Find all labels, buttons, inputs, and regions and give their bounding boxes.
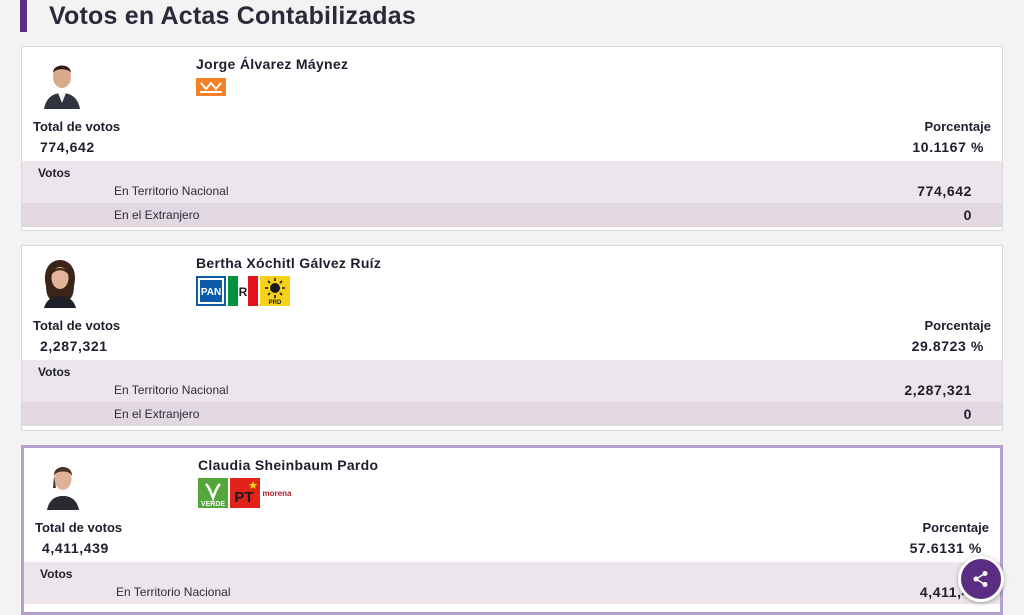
percentage-value: 29.8723 % — [911, 338, 984, 354]
abroad-value: 0 — [963, 406, 972, 422]
pri-logo: R — [228, 276, 258, 306]
total-votes-value: 2,287,321 — [40, 338, 108, 354]
candidate-name: Bertha Xóchitl Gálvez Ruíz — [196, 255, 382, 271]
votes-breakdown: Votos En Territorio Nacional 774,642 En … — [22, 159, 1002, 227]
page-title-bar: Votos en Actas Contabilizadas — [20, 0, 416, 32]
party-logos: VERDE PT morena — [198, 478, 292, 508]
candidate-card-2: Bertha Xóchitl Gálvez Ruíz PAN R PRD Tot… — [21, 245, 1003, 431]
svg-text:PT: PT — [234, 489, 253, 506]
share-icon — [973, 571, 988, 587]
total-votes-label: Total de votos — [33, 119, 121, 134]
national-value: 774,642 — [917, 183, 972, 199]
svg-text:morena: morena — [263, 489, 292, 498]
percentage-label: Porcentaje — [924, 318, 991, 333]
svg-text:VERDE: VERDE — [201, 501, 225, 508]
national-label: En Territorio Nacional — [114, 184, 229, 198]
percentage-value: 57.6131 % — [909, 540, 982, 556]
national-label: En Territorio Nacional — [116, 585, 231, 599]
total-votes-label: Total de votos — [35, 520, 123, 535]
share-button[interactable] — [958, 556, 1004, 602]
pt-logo: PT — [230, 478, 260, 508]
abroad-label: En el Extranjero — [114, 407, 200, 421]
row-abroad: En el Extranjero 0 — [22, 402, 1002, 426]
candidate-photo-3 — [43, 458, 83, 510]
svg-text:PAN: PAN — [201, 287, 221, 298]
votes-breakdown: Votos En Territorio Nacional 2,287,321 E… — [22, 358, 1002, 426]
svg-text:PRD: PRD — [269, 300, 282, 306]
total-votes-label: Total de votos — [33, 318, 121, 333]
morena-logo: morena — [262, 478, 292, 508]
votes-breakdown: Votos En Territorio Nacional 4,411,4 — [24, 560, 1000, 604]
candidate-name: Jorge Álvarez Máynez — [196, 56, 349, 72]
pan-logo: PAN — [196, 276, 226, 306]
row-national: En Territorio Nacional 2,287,321 — [22, 378, 1002, 402]
candidate-name: Claudia Sheinbaum Pardo — [198, 457, 379, 473]
candidate-photo-2 — [40, 256, 80, 308]
movimiento-ciudadano-logo — [196, 78, 226, 96]
national-value: 2,287,321 — [904, 382, 972, 398]
percentage-label: Porcentaje — [922, 520, 989, 535]
abroad-value: 0 — [963, 207, 972, 223]
verde-logo: VERDE — [198, 478, 228, 508]
percentage-label: Porcentaje — [924, 119, 991, 134]
party-logos — [196, 77, 226, 96]
row-national: En Territorio Nacional 774,642 — [22, 179, 1002, 203]
prd-logo: PRD — [260, 276, 290, 306]
svg-text:R: R — [239, 285, 248, 299]
candidate-card-3: Claudia Sheinbaum Pardo VERDE PT morena … — [21, 445, 1003, 615]
party-logos: PAN R PRD — [196, 276, 290, 306]
total-votes-value: 4,411,439 — [42, 540, 109, 556]
row-abroad: En el Extranjero 0 — [22, 203, 1002, 227]
candidate-card-1: Jorge Álvarez Máynez Total de votos 774,… — [21, 46, 1003, 231]
page-title: Votos en Actas Contabilizadas — [49, 2, 416, 30]
row-national: En Territorio Nacional 4,411,4 — [24, 580, 1000, 604]
total-votes-value: 774,642 — [40, 139, 95, 155]
abroad-label: En el Extranjero — [114, 208, 200, 222]
percentage-value: 10.1167 % — [912, 139, 984, 155]
candidate-photo-1 — [42, 57, 82, 109]
national-label: En Territorio Nacional — [114, 383, 229, 397]
